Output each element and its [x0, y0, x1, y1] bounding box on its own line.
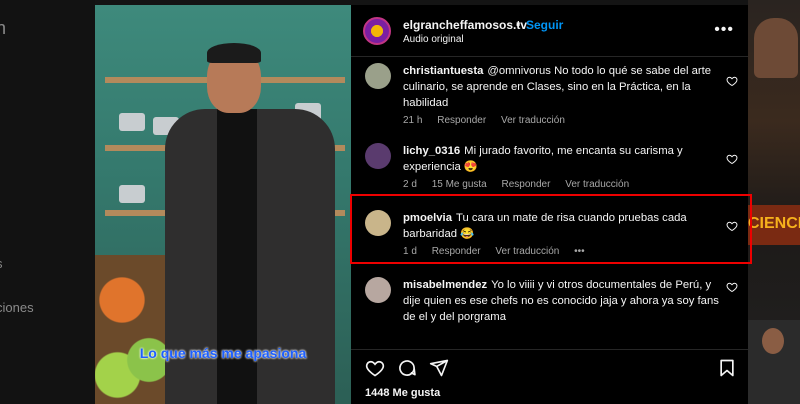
commenter-username[interactable]: pmoelvia	[403, 212, 452, 224]
comment-more-icon[interactable]: •••	[574, 246, 585, 257]
heart-icon[interactable]	[726, 153, 738, 165]
like-heart-icon[interactable]	[365, 358, 385, 378]
save-bookmark-icon[interactable]	[717, 358, 737, 378]
background-text-fragment: n	[0, 18, 7, 38]
post-likes-count[interactable]: 1448 Me gusta	[365, 387, 440, 399]
share-paper-plane-icon[interactable]	[429, 358, 449, 378]
account-avatar[interactable]	[363, 17, 391, 45]
account-username[interactable]: elgrancheffamosos.tv	[403, 18, 527, 32]
background-text-fragment: ciones	[0, 300, 34, 315]
commenter-avatar[interactable]	[365, 210, 391, 236]
post-header: elgrancheffamosos.tv • Seguir Audio orig…	[351, 5, 748, 57]
follow-button[interactable]: Seguir	[526, 18, 563, 32]
commenter-avatar[interactable]	[365, 143, 391, 169]
comment-text: misabelmendez Yo lo viiii y vi otros docu…	[403, 277, 721, 325]
reel-video[interactable]: Lo que más me apasiona	[95, 5, 351, 404]
comment-time: 2 d	[403, 179, 417, 190]
comment-time: 21 h	[403, 115, 423, 126]
background-text-fragment: s	[0, 256, 3, 271]
commenter-username[interactable]: misabelmendez	[403, 279, 487, 291]
chef-hair	[207, 43, 261, 63]
comment-text: christiantuesta @omnivorus No todo lo qué…	[403, 63, 721, 111]
video-subtitle: Lo que más me apasiona	[139, 345, 307, 361]
comment-meta: 1 d Responder Ver traducción •••	[403, 246, 597, 257]
commenter-avatar[interactable]	[365, 277, 391, 303]
translate-button[interactable]: Ver traducción	[495, 246, 559, 257]
comment-bubble-icon[interactable]	[397, 358, 417, 378]
comment-meta: 2 d 15 Me gusta Responder Ver traducción	[403, 179, 641, 190]
commenter-username[interactable]: lichy_0316	[403, 145, 460, 157]
comment-time: 1 d	[403, 246, 417, 257]
comment-text: pmoelvia Tu cara un mate de risa cuando p…	[403, 210, 721, 242]
commenter-avatar[interactable]	[365, 63, 391, 89]
comment-likes[interactable]: 15 Me gusta	[432, 179, 487, 190]
background-sign: CIENCIA	[748, 205, 800, 245]
heart-icon[interactable]	[726, 281, 738, 293]
background-right-thumbnails: CIENCIA	[748, 0, 800, 404]
translate-button[interactable]: Ver traducción	[565, 179, 629, 190]
audio-label[interactable]: Audio original	[403, 34, 464, 45]
commenter-username[interactable]: christiantuesta	[403, 65, 483, 77]
comment-text: lichy_0316 Mi jurado favorito, me encanta…	[403, 143, 721, 175]
post-action-bar	[351, 349, 748, 379]
reply-button[interactable]: Responder	[437, 115, 486, 126]
heart-icon[interactable]	[726, 75, 738, 87]
reply-button[interactable]: Responder	[502, 179, 551, 190]
comments-panel: elgrancheffamosos.tv • Seguir Audio orig…	[351, 5, 748, 404]
pot-image	[119, 113, 145, 131]
heart-icon[interactable]	[726, 220, 738, 232]
background-sidebar: n s ciones	[0, 0, 95, 404]
more-options-icon[interactable]: •••	[714, 21, 734, 39]
separator-dot: •	[516, 18, 521, 32]
background-thumbnail	[748, 320, 800, 404]
reply-button[interactable]: Responder	[432, 246, 481, 257]
background-person-image	[754, 18, 798, 78]
translate-button[interactable]: Ver traducción	[501, 115, 565, 126]
comment-meta: 21 h Responder Ver traducción	[403, 115, 577, 126]
pot-image	[119, 185, 145, 203]
